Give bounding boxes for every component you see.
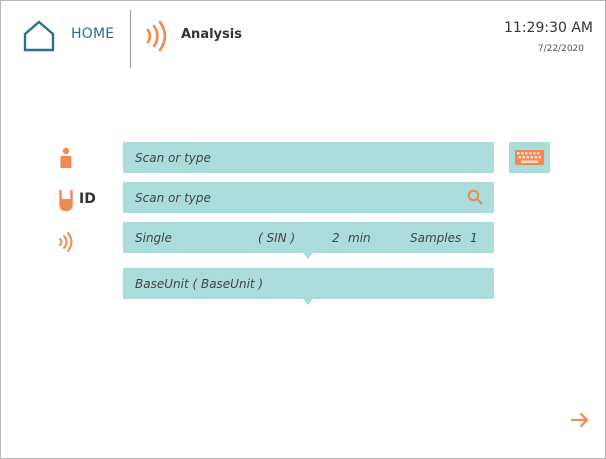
mode-waves-icon	[59, 232, 73, 252]
analysis-waves-icon	[146, 20, 167, 52]
mode-duration-value: 2	[332, 230, 340, 245]
mode-samples-count: 1	[470, 230, 478, 245]
keyboard-icon	[515, 150, 544, 165]
person-icon	[60, 147, 72, 168]
sample-id-label: ID	[79, 191, 96, 207]
sample-id-input[interactable]: Scan or type	[123, 182, 494, 213]
analysis-mode-dropdown[interactable]: Single ( SIN ) 2 min Samples 1	[123, 222, 494, 259]
clock-date: 7/22/2020	[537, 44, 584, 54]
operator-input[interactable]: Scan or type	[123, 142, 494, 173]
arrow-right-icon[interactable]	[569, 409, 591, 431]
page-title: Analysis	[181, 27, 242, 42]
mode-code: ( SIN )	[258, 230, 296, 245]
sample-id-input-placeholder: Scan or type	[135, 190, 211, 205]
dropdown-caret-icon	[303, 299, 313, 305]
keyboard-button[interactable]	[509, 142, 550, 173]
search-icon[interactable]	[467, 189, 483, 205]
mode-duration-unit: min	[348, 230, 371, 245]
home-button[interactable]: HOME	[22, 19, 117, 53]
home-icon	[23, 20, 55, 52]
mode-samples-label: Samples	[410, 230, 462, 245]
mode-name: Single	[135, 230, 172, 245]
operator-input-placeholder: Scan or type	[135, 150, 211, 165]
home-label: HOME	[71, 26, 115, 42]
unit-dropdown[interactable]: BaseUnit ( BaseUnit )	[123, 268, 494, 305]
sample-tube-icon	[59, 190, 73, 211]
unit-selection: BaseUnit ( BaseUnit )	[135, 276, 264, 291]
clock-time: 11:29:30 AM	[504, 20, 593, 36]
app-window: HOME Analysis 11:29:30 AM 7/22/2020 ID S…	[0, 0, 606, 459]
header-divider	[130, 10, 131, 68]
dropdown-caret-icon	[303, 253, 313, 259]
